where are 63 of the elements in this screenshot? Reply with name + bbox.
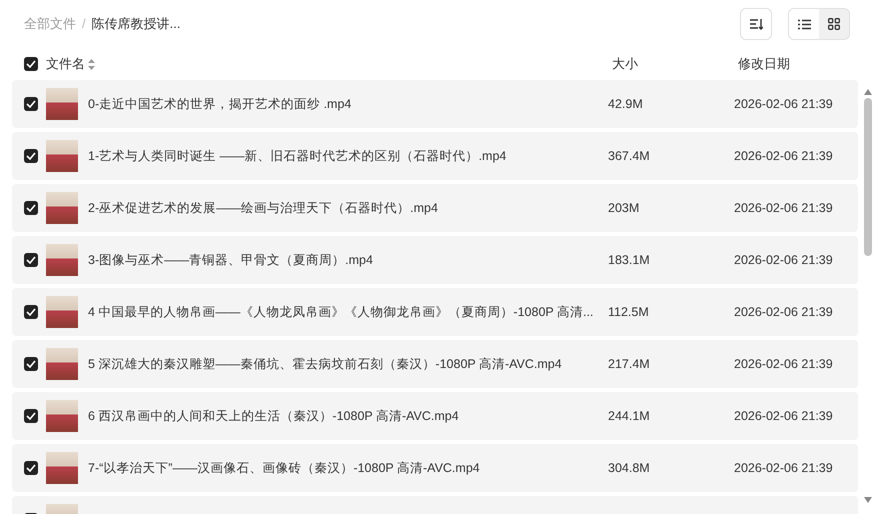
file-row[interactable]: 6 西汉帛画中的人间和天上的生活（秦汉）-1080P 高清-AVC.mp4 244.1M 2026-02-06 21:39 <box>12 392 858 440</box>
modified-date: 2026-02-06 21:39 <box>734 252 833 269</box>
modified-date: 2026-02-06 21:39 <box>734 356 833 373</box>
column-header[interactable]: 文件名 <box>46 54 85 74</box>
file-name[interactable]: 0-走近中国艺术的世界，揭开艺术的面纱 .mp4 <box>88 94 352 114</box>
checkbox[interactable] <box>24 305 38 319</box>
sort-icon <box>749 18 763 30</box>
video-thumbnail <box>46 140 78 172</box>
scroll-down-icon[interactable] <box>863 496 873 504</box>
file-row[interactable]: 0-走近中国艺术的世界，揭开艺术的面纱 .mp4 42.9M 2026-02-06 21:39 <box>12 80 858 128</box>
file-size: 183.1M <box>608 252 650 269</box>
file-row[interactable]: 3-图像与巫术——青铜器、甲骨文（夏商周）.mp4 183.1M 2026-02-06 21:39 <box>12 236 858 284</box>
checkbox[interactable] <box>24 357 38 371</box>
video-thumbnail <box>46 244 78 276</box>
file-name[interactable]: 1-艺术与人类同时诞生 ——新、旧石器时代艺术的区别（石器时代）.mp4 <box>88 146 506 166</box>
separator: / <box>82 15 86 34</box>
file-size: 244.1M <box>608 408 650 425</box>
file-row[interactable]: 4 中国最早的人物帛画——《人物龙凤帛画》《人物御龙帛画》（夏商周）-1080P 高清... 112.5M 2026-02-06 21:39 <box>12 288 858 336</box>
modified-date: 2026-02-06 21:39 <box>734 148 833 165</box>
file-row[interactable]: 1-艺术与人类同时诞生 ——新、旧石器时代艺术的区别（石器时代）.mp4 367.4M 2026-02-06 21:39 <box>12 132 858 180</box>
modified-date: 2026-02-06 21:39 <box>734 304 833 321</box>
file-size: 217.4M <box>608 356 650 373</box>
modified-date: 2026-02-06 21:39 <box>734 408 833 425</box>
file-size: 112.5M <box>608 304 649 321</box>
file-row[interactable]: 5 深沉雄大的秦汉雕塑——秦俑坑、霍去病坟前石刻（秦汉）-1080P 高清-AVC.mp4 217.4M 2026-02-06 21:39 <box>12 340 858 388</box>
video-thumbnail <box>46 296 78 328</box>
file-name[interactable]: 3-图像与巫术——青铜器、甲骨文（夏商周）.mp4 <box>88 250 373 270</box>
file-size: 367.4M <box>608 148 650 165</box>
file-size: 304.8M <box>608 460 650 477</box>
modified-date: 2026-02-06 21:39 <box>734 460 833 477</box>
checkbox[interactable] <box>24 253 38 267</box>
video-thumbnail <box>46 192 78 224</box>
sort-arrows-icon[interactable] <box>88 58 95 70</box>
file-name[interactable]: 6 西汉帛画中的人间和天上的生活（秦汉）-1080P 高清-AVC.mp4 <box>88 406 459 426</box>
file-name[interactable]: 5 深沉雄大的秦汉雕塑——秦俑坑、霍去病坟前石刻（秦汉）-1080P 高清-AVC.mp4 <box>88 354 562 374</box>
checkbox[interactable] <box>24 97 38 111</box>
list-view-button[interactable] <box>789 9 819 39</box>
checkbox[interactable] <box>24 461 38 475</box>
sort-button[interactable] <box>740 8 772 40</box>
file-row[interactable]: 2-巫术促进艺术的发展——绘画与治理天下（石器时代）.mp4 203M 2026-02-06 21:39 <box>12 184 858 232</box>
checkbox[interactable] <box>24 409 38 423</box>
video-thumbnail <box>46 400 78 432</box>
scrollbar-thumb[interactable] <box>864 98 872 256</box>
checkbox[interactable] <box>24 149 38 163</box>
list-icon <box>798 18 810 30</box>
video-thumbnail <box>46 348 78 380</box>
video-thumbnail <box>46 452 78 484</box>
file-size: 42.9M <box>608 96 643 113</box>
column-header: 修改日期 <box>738 55 790 74</box>
file-name[interactable]: 2-巫术促进艺术的发展——绘画与治理天下（石器时代）.mp4 <box>88 198 438 218</box>
file-name[interactable]: 7-“以孝治天下”——汉画像石、画像砖（秦汉）-1080P 高清-AVC.mp4 <box>88 458 480 478</box>
modified-date: 2026-02-06 21:39 <box>734 96 833 113</box>
checkbox[interactable] <box>24 201 38 215</box>
column-header: 大小 <box>612 55 638 74</box>
grid-icon <box>828 18 840 30</box>
video-thumbnail <box>46 88 78 120</box>
scroll-up-icon[interactable] <box>863 88 873 96</box>
file-row[interactable]: 7-“以孝治天下”——汉画像石、画像砖（秦汉）-1080P 高清-AVC.mp4 304.8M 2026-02-06 21:39 <box>12 444 858 492</box>
breadcrumb-item[interactable]: 陈传席教授讲... <box>92 14 180 34</box>
checkbox[interactable] <box>24 57 38 71</box>
file-name[interactable]: 4 中国最早的人物帛画——《人物龙凤帛画》《人物御龙帛画》（夏商周）-1080P 高清... <box>88 302 594 322</box>
file-size: 203M <box>608 200 640 217</box>
modified-date: 2026-02-06 21:39 <box>734 200 833 217</box>
